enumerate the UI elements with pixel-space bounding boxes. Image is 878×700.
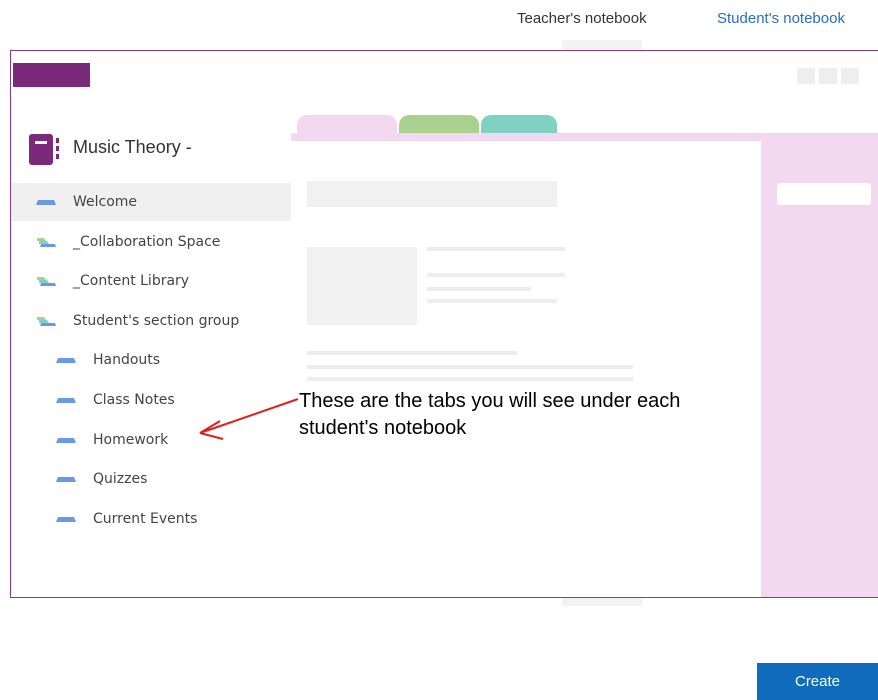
section-item[interactable]: Welcome [11, 183, 291, 221]
section-group-icon [37, 237, 56, 247]
annotation-callout: These are the tabs you will see under ea… [299, 390, 681, 439]
section-label: Homework [93, 431, 169, 448]
student-notebook-link[interactable]: Student's notebook [717, 10, 845, 27]
annotation-arrow [199, 398, 299, 440]
section-label: Handouts [93, 352, 161, 369]
section-label: _Content Library [73, 273, 190, 290]
section-label: Student's section group [73, 312, 240, 329]
section-item[interactable]: Current Events [11, 500, 291, 538]
section-label: _Collaboration Space [73, 233, 221, 250]
section-label: Current Events [93, 510, 198, 527]
placeholder-line [427, 299, 557, 303]
placeholder-line [307, 377, 633, 381]
section-label: Welcome [73, 194, 138, 210]
section-group-item[interactable]: _Content Library [11, 262, 291, 300]
section-item[interactable]: Handouts [11, 341, 291, 379]
notebook-preview-window: Music Theory - Welcome _Collaboration Spa… [10, 50, 878, 598]
section-icon [36, 200, 56, 205]
page-title-box [777, 183, 871, 205]
section-sidebar: Music Theory - Welcome _Collaboration Spa… [11, 51, 291, 597]
create-button[interactable]: Create [757, 663, 878, 700]
section-label: Quizzes [93, 471, 148, 488]
placeholder-line [427, 287, 531, 291]
section-group-icon [37, 277, 56, 287]
page-content [291, 141, 761, 597]
section-label: Class Notes [93, 392, 175, 408]
placeholder-image [307, 247, 417, 325]
background-card-top [562, 40, 642, 50]
placeholder-line [427, 273, 565, 277]
background-card-bottom [562, 598, 642, 606]
section-icon [56, 437, 76, 443]
notebook-icon [29, 134, 59, 165]
notebook-title: Music Theory - [73, 137, 192, 157]
page-canvas [291, 51, 878, 597]
section-icon [56, 477, 76, 483]
section-icon [56, 516, 76, 522]
placeholder-line [307, 351, 517, 355]
section-group-item[interactable]: _Collaboration Space [11, 223, 291, 261]
teacher-notebook-link[interactable]: Teacher's notebook [517, 10, 647, 27]
placeholder-line [307, 365, 633, 369]
section-item[interactable]: Quizzes [11, 460, 291, 498]
placeholder-title [307, 181, 557, 207]
placeholder-line [427, 247, 565, 251]
section-group-icon [37, 316, 56, 326]
section-group-item[interactable]: Student's section group [11, 302, 291, 340]
section-icon [56, 358, 76, 364]
section-icon [56, 398, 76, 403]
